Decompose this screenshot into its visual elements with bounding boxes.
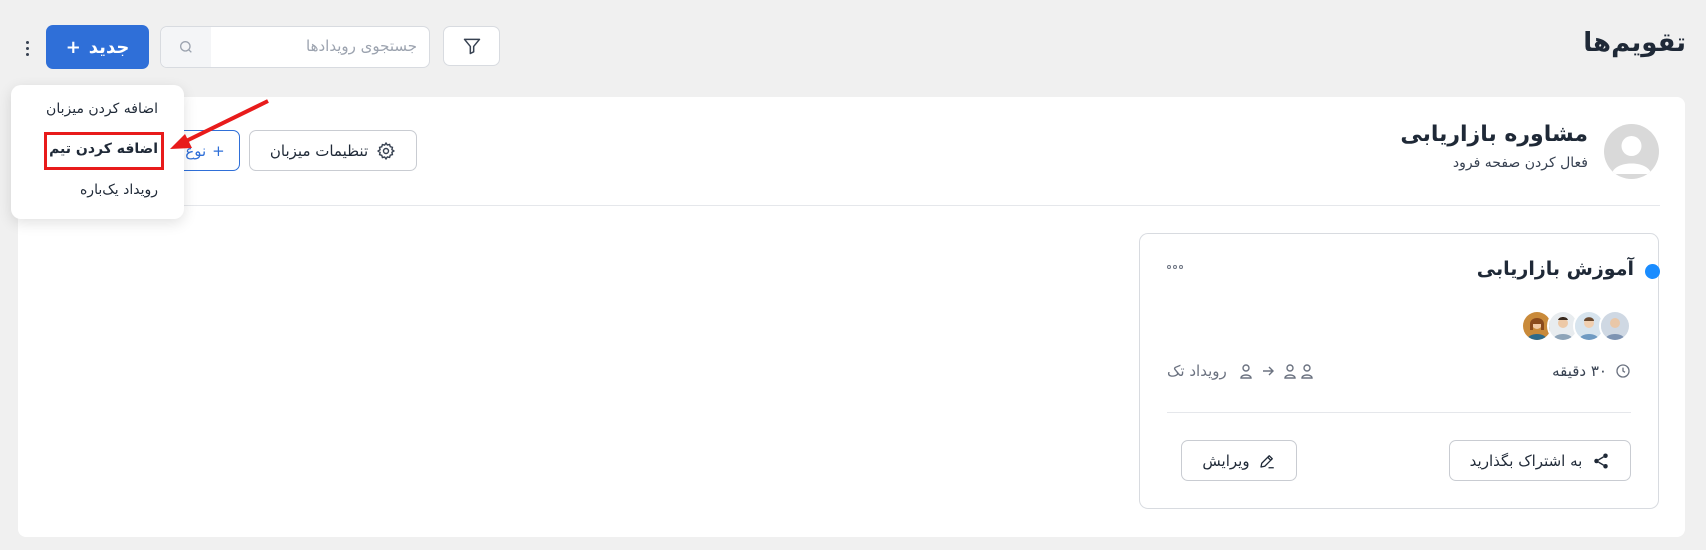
host-settings-button[interactable]: تنظیمات میزبان (249, 130, 417, 171)
event-kind: رویداد تک (1167, 362, 1317, 380)
filter-button[interactable] (443, 26, 500, 66)
event-title: آموزش بازاریابی (1476, 258, 1634, 280)
annotation-arrow-icon (170, 99, 269, 149)
filter-icon (463, 38, 480, 55)
user-group-icon (1284, 364, 1313, 379)
plus-icon: + (65, 36, 81, 58)
edit-label: ویرایش (1202, 451, 1250, 470)
search-icon (180, 41, 192, 53)
host-name: مشاوره بازاریابی (1400, 122, 1588, 147)
menu-item-add-host[interactable]: اضافه کردن میزبان (46, 101, 158, 117)
new-button[interactable]: جدید + (46, 25, 149, 69)
search-icon-wrap (161, 27, 211, 67)
arrow-right-icon (1262, 366, 1274, 376)
user-icon (1240, 364, 1252, 379)
event-kind-text: رویداد تک (1167, 362, 1227, 380)
landing-page-link[interactable]: فعال کردن صفحه فرود (1453, 155, 1588, 171)
share-button[interactable]: به اشتراک بگذارید (1449, 440, 1631, 481)
duration-text: ۳۰ دقیقه (1552, 362, 1607, 380)
share-label: به اشتراک بگذارید (1469, 451, 1583, 470)
edit-button[interactable]: ویرایش (1181, 440, 1297, 481)
event-duration: ۳۰ دقیقه (1552, 362, 1631, 380)
search-input[interactable] (217, 37, 417, 55)
team-avatars (1521, 310, 1631, 342)
divider (1167, 412, 1631, 413)
clock-icon (1616, 364, 1630, 378)
host-settings-label: تنظیمات میزبان (269, 141, 369, 160)
card-more-icon[interactable] (1167, 262, 1187, 272)
event-color-dot (1645, 264, 1660, 279)
avatar (1599, 310, 1631, 342)
more-options-icon[interactable] (18, 36, 36, 60)
pencil-icon (1259, 454, 1274, 468)
divider (40, 205, 1660, 206)
share-icon (1594, 453, 1609, 468)
gear-icon (377, 141, 396, 160)
new-button-label: جدید (88, 36, 130, 58)
page-title: تقویم‌ها (1583, 28, 1686, 58)
host-avatar (1604, 124, 1659, 179)
highlight-annotation (44, 132, 164, 170)
search-box[interactable] (160, 26, 430, 68)
menu-item-one-off-event[interactable]: رویداد یک‌باره (80, 182, 158, 198)
